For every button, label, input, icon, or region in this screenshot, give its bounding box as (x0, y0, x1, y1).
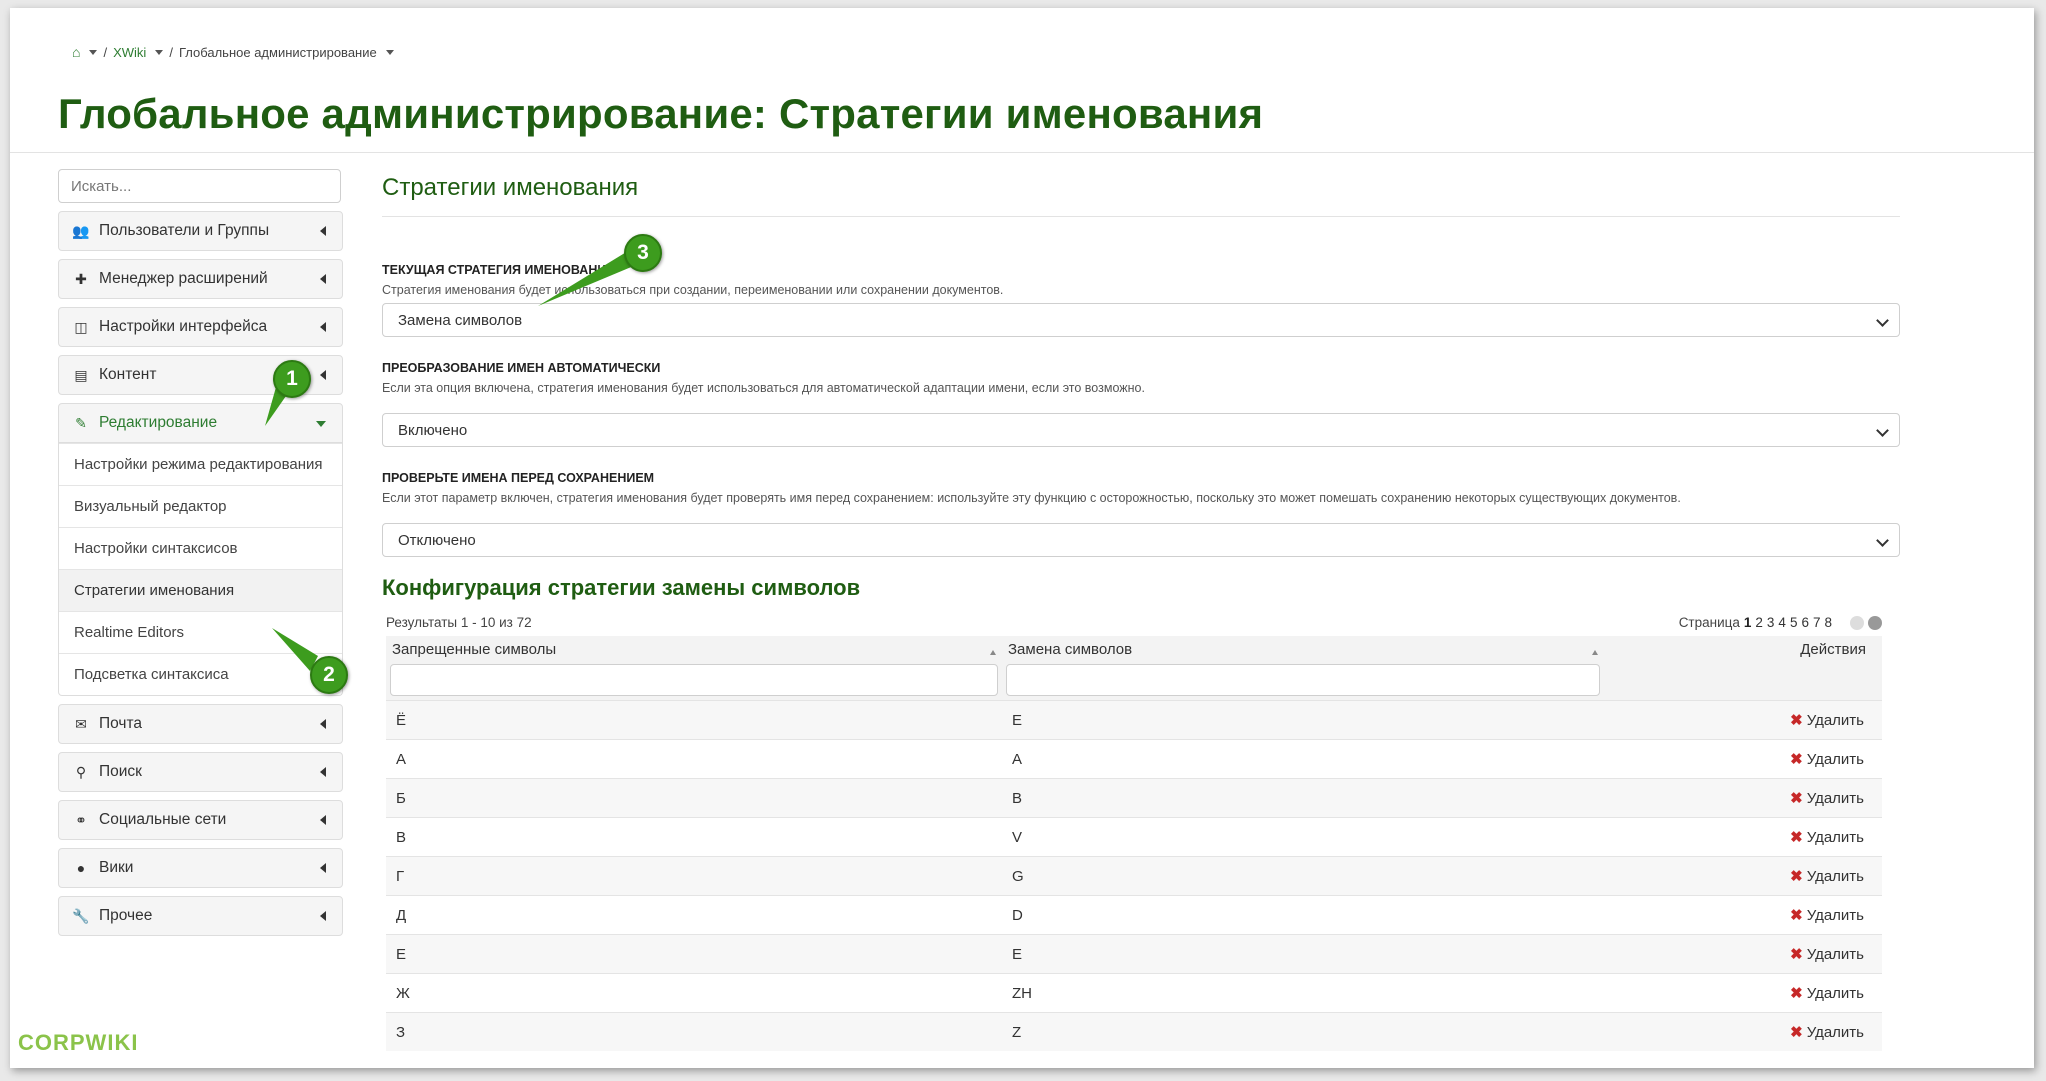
callout-badge-3: 3 (624, 234, 662, 272)
callout-arrows (265, 251, 636, 671)
callout-2-pointer (272, 628, 318, 671)
corpwiki-logo: CORPWIKI (18, 1030, 139, 1055)
callout-badge-1: 1 (273, 360, 311, 398)
callout-3-pointer (538, 251, 636, 306)
callout-badge-2: 2 (310, 656, 348, 694)
page: ⌂ / XWiki / Глобальное администрирование… (10, 8, 2034, 1068)
